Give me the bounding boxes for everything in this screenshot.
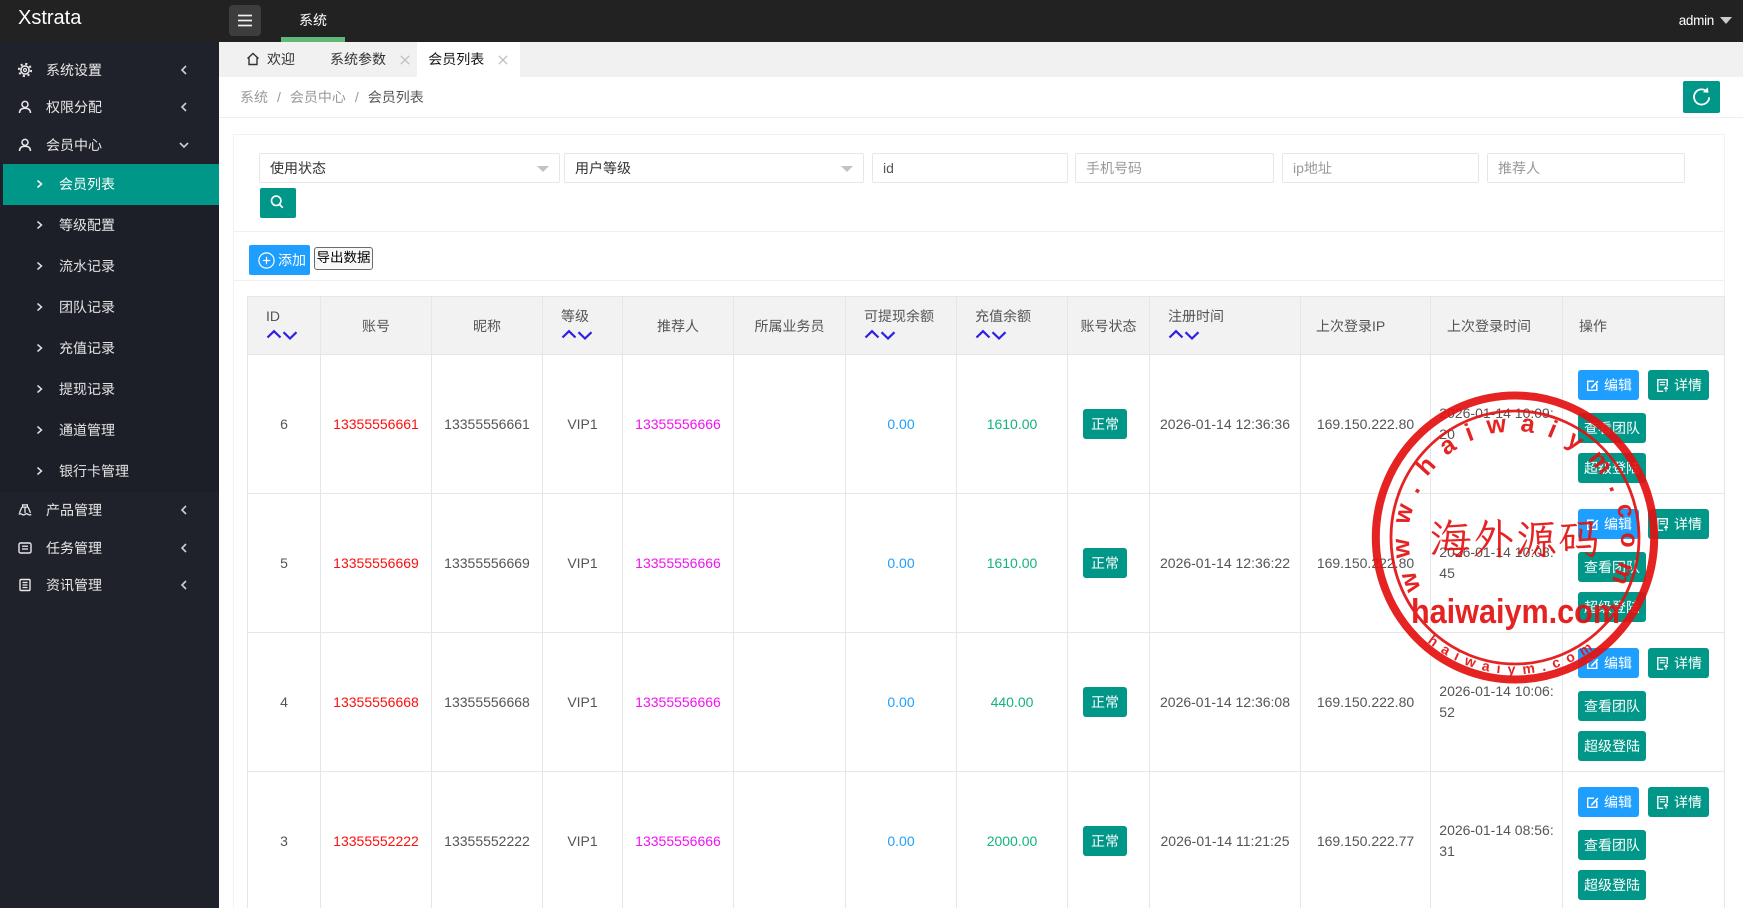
svg-text:haiwaiym.com: haiwaiym.com — [1425, 632, 1601, 677]
svg-text:www.haiwaiym.com: www.haiwaiym.com — [1386, 409, 1643, 602]
svg-text:海外源码: 海外源码 — [1429, 511, 1601, 566]
svg-text:haiwaiym.com: haiwaiym.com — [1411, 593, 1620, 631]
